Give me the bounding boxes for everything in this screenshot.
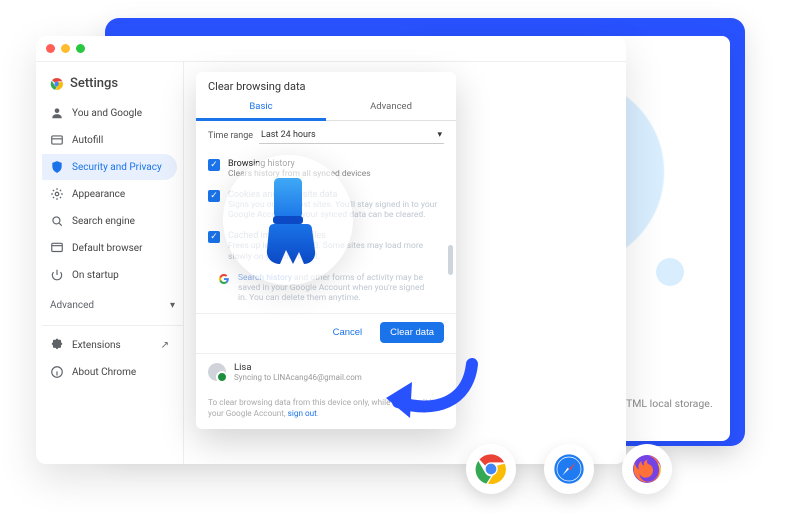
sidebar-item-label: Autofill — [72, 135, 103, 146]
profile-email: Syncing to LINAcang46@gmail.com — [234, 373, 362, 382]
time-range-value: Last 24 hours — [261, 130, 316, 140]
clear-data-button[interactable]: Clear data — [380, 322, 444, 343]
dialog-title: Clear browsing data — [196, 72, 456, 95]
power-icon — [50, 268, 64, 282]
person-icon — [50, 106, 64, 120]
sidebar-item-you[interactable]: You and Google — [42, 100, 177, 126]
checkbox-checked-icon[interactable]: ✓ — [208, 159, 220, 171]
advanced-label: Advanced — [50, 300, 94, 311]
browser-chips — [466, 444, 672, 494]
sidebar-item-label: On startup — [72, 270, 119, 281]
sidebar-item-label: Security and Privacy — [72, 162, 162, 173]
sidebar-item-default[interactable]: Default browser — [42, 235, 177, 261]
tab-advanced[interactable]: Advanced — [326, 95, 456, 120]
sidebar-item-autofill[interactable]: Autofill — [42, 127, 177, 153]
window-maximize-icon[interactable] — [76, 44, 85, 53]
profile-name: Lisa — [234, 362, 362, 373]
shield-icon — [50, 160, 64, 174]
autofill-icon — [50, 133, 64, 147]
search-icon — [50, 214, 64, 228]
sidebar-item-label: You and Google — [72, 108, 142, 119]
time-range-label: Time range — [208, 131, 253, 141]
scrollbar[interactable] — [448, 156, 453, 305]
sidebar-item-label: Extensions — [72, 340, 121, 351]
sidebar-item-startup[interactable]: On startup — [42, 262, 177, 288]
sidebar-item-search[interactable]: Search engine — [42, 208, 177, 234]
scrollbar-thumb[interactable] — [448, 245, 453, 275]
chrome-icon — [475, 453, 507, 485]
safari-chip — [544, 444, 594, 494]
window-minimize-icon[interactable] — [61, 44, 70, 53]
sidebar-item-label: Default browser — [72, 243, 142, 254]
google-g-icon — [218, 273, 230, 285]
footnote-text-b: . — [317, 409, 319, 419]
sign-out-link[interactable]: sign out — [288, 409, 317, 419]
sidebar-item-label: About Chrome — [72, 367, 136, 378]
sidebar-item-appearance[interactable]: Appearance — [42, 181, 177, 207]
settings-sidebar: Settings You and Google Autofill — [36, 62, 184, 464]
brush-icon — [249, 174, 327, 266]
chrome-chip — [466, 444, 516, 494]
window-close-icon[interactable] — [46, 44, 55, 53]
firefox-chip — [622, 444, 672, 494]
time-range-select[interactable]: Last 24 hours ▾ — [259, 127, 444, 144]
cancel-button[interactable]: Cancel — [323, 322, 373, 343]
sidebar-item-about[interactable]: About Chrome — [42, 359, 177, 385]
brush-overlay — [223, 155, 353, 285]
checkbox-checked-icon[interactable]: ✓ — [208, 190, 220, 202]
arrow-icon — [380, 352, 480, 432]
caret-down-icon: ▾ — [437, 130, 442, 140]
default-browser-icon — [50, 241, 64, 255]
tab-basic[interactable]: Basic — [196, 95, 326, 121]
firefox-icon — [631, 453, 663, 485]
sidebar-item-security[interactable]: Security and Privacy — [42, 154, 177, 180]
divider — [42, 325, 183, 326]
puzzle-icon — [50, 338, 64, 352]
window-titlebar — [36, 36, 626, 62]
sidebar-item-label: Search engine — [72, 216, 135, 227]
sidebar-item-extensions[interactable]: Extensions ↗ — [42, 332, 177, 358]
chrome-icon — [50, 77, 64, 91]
settings-header: Settings — [42, 72, 183, 99]
settings-title: Settings — [70, 76, 118, 91]
dialog-tabs: Basic Advanced — [196, 95, 456, 121]
sidebar-advanced-toggle[interactable]: Advanced ▾ — [42, 292, 183, 319]
external-link-icon: ↗ — [161, 340, 169, 351]
info-icon — [50, 365, 64, 379]
avatar — [208, 363, 226, 381]
chevron-down-icon: ▾ — [170, 300, 175, 311]
search-history-note: Search history and other forms of activi… — [206, 267, 446, 309]
sidebar-item-label: Appearance — [72, 189, 125, 200]
checkbox-checked-icon[interactable]: ✓ — [208, 231, 220, 243]
appearance-icon — [50, 187, 64, 201]
safari-icon — [553, 453, 585, 485]
